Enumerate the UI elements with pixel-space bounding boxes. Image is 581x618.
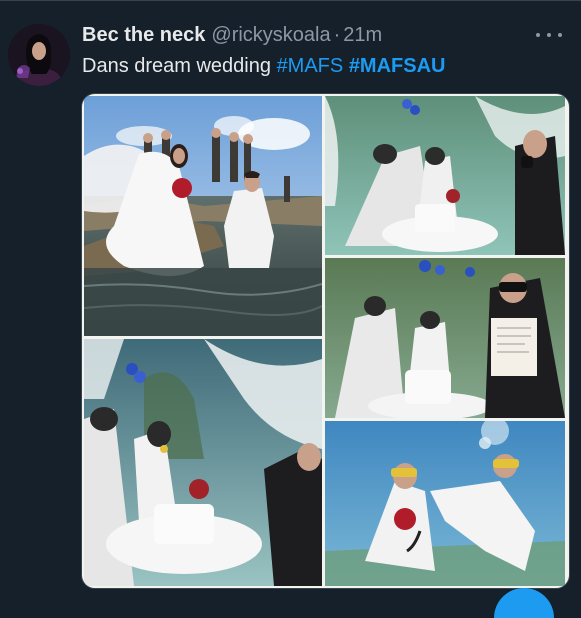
photo-underwater-cake-1[interactable] [325,96,565,255]
tweet-text: Dans dream wedding #MAFS #MAFSAU [82,55,445,78]
media-collage[interactable] [81,93,570,589]
display-name[interactable]: Bec the neck [82,24,205,47]
top-divider [0,0,581,1]
photo-underwater-officiant[interactable] [325,258,565,418]
hashtag-mafsau[interactable]: #MAFSAU [349,55,446,77]
compose-fab-icon[interactable] [494,588,554,618]
tweet-text-plain: Dans dream wedding [82,55,277,77]
user-handle[interactable]: @rickyskoala [211,24,330,47]
avatar[interactable] [8,24,70,86]
separator-dot: · [333,23,341,46]
photo-shore-wedding[interactable] [84,96,322,336]
timestamp[interactable]: 21m [343,24,382,47]
more-options-icon[interactable] [536,25,562,45]
photo-underwater-cake-cutting[interactable] [84,339,322,586]
photo-underwater-swimming[interactable] [325,421,565,586]
hashtag-mafs[interactable]: #MAFS [277,55,344,77]
tweet-header: Bec the neck @rickyskoala · 21m [82,22,382,48]
